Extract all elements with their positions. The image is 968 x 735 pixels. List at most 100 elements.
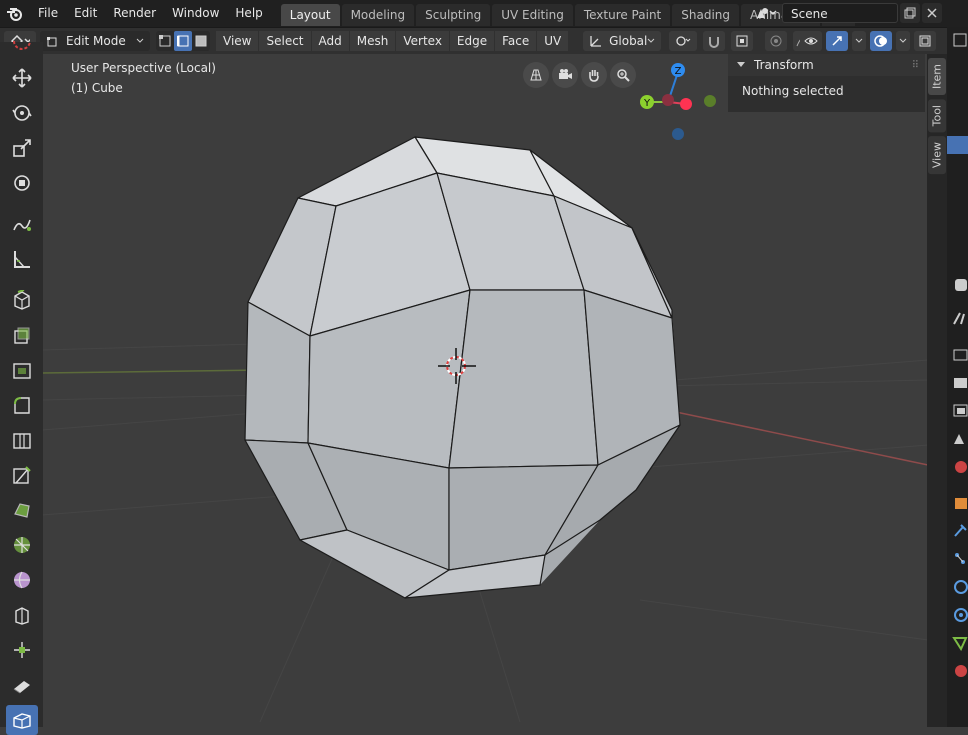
tool-inset-faces[interactable] (6, 355, 38, 385)
pan-hand-icon[interactable] (581, 62, 607, 88)
mode-label: Edit Mode (66, 34, 126, 48)
chevron-down-icon[interactable] (896, 31, 910, 51)
tab-layout[interactable]: Layout (280, 3, 340, 26)
tool-smooth[interactable] (6, 565, 38, 595)
tool-shear[interactable] (6, 670, 38, 700)
blender-logo-icon[interactable] (4, 3, 26, 25)
menu-view[interactable]: View (216, 31, 259, 51)
viewport-menus: View Select Add Mesh Vertex Edge Face UV (216, 31, 569, 51)
zoom-icon[interactable] (610, 62, 636, 88)
top-menu: File Edit Render Window Help (30, 0, 271, 27)
menu-face[interactable]: Face (495, 31, 537, 51)
orientation-dropdown[interactable]: Global (583, 31, 662, 51)
viewport-scene[interactable]: Z Y (42, 54, 928, 722)
sidebar-tab-item[interactable]: Item (928, 58, 946, 96)
data-props-icon[interactable] (951, 634, 968, 651)
face-select-icon[interactable] (192, 31, 210, 51)
navigation-gizmo[interactable]: Z Y (640, 63, 716, 140)
output-props-icon[interactable] (951, 374, 968, 391)
object-props-icon[interactable] (951, 494, 968, 511)
mode-dropdown[interactable]: Edit Mode (40, 31, 150, 51)
menu-select[interactable]: Select (259, 31, 311, 51)
tool-spin[interactable] (6, 530, 38, 560)
3d-viewport[interactable]: Z Y (42, 54, 928, 722)
transform-panel-header[interactable]: Transform ⠿ (728, 54, 925, 76)
overlays-toggle-icon[interactable] (870, 31, 892, 51)
xray-icon[interactable] (914, 31, 936, 51)
cube-mesh[interactable] (244, 136, 681, 599)
particles-props-icon[interactable] (951, 550, 968, 567)
gizmo-toggle-icon[interactable] (826, 31, 848, 51)
tab-sculpting[interactable]: Sculpting (416, 3, 491, 26)
tool-poly-build[interactable] (6, 495, 38, 525)
scene-icon[interactable] (752, 3, 780, 23)
outliner-icon[interactable] (951, 32, 968, 49)
constraints-props-icon[interactable] (951, 606, 968, 623)
menu-edit[interactable]: Edit (66, 0, 105, 27)
sidebar-panel: Transform ⠿ Nothing selected (728, 54, 925, 112)
tool-annotate[interactable] (6, 209, 38, 239)
new-scene-icon[interactable] (900, 3, 920, 23)
outliner-selected-row[interactable] (947, 136, 968, 154)
sidebar-tab-tool[interactable]: Tool (928, 99, 946, 133)
active-object-label: (1) Cube (71, 81, 123, 95)
tool-bevel[interactable] (6, 390, 38, 420)
tool-extrude-region[interactable] (6, 320, 38, 350)
menu-help[interactable]: Help (227, 0, 270, 27)
properties-tool-icon[interactable] (951, 310, 968, 327)
view-layer-props-icon[interactable] (951, 402, 968, 419)
properties-header-icon[interactable] (951, 276, 968, 293)
physics-props-icon[interactable] (951, 578, 968, 595)
menu-uv[interactable]: UV (537, 31, 569, 51)
tool-measure[interactable] (6, 244, 38, 274)
tool-rotate[interactable] (6, 98, 38, 128)
gizmo-x-axis[interactable] (680, 98, 692, 110)
tool-cursor[interactable] (6, 38, 38, 58)
snap-icon[interactable] (703, 31, 726, 51)
camera-view-icon[interactable] (552, 62, 578, 88)
sidebar-tab-view[interactable]: View (928, 136, 946, 175)
snap-target-icon[interactable] (731, 31, 754, 51)
tool-rip-region[interactable] (5, 705, 38, 735)
menu-file[interactable]: File (30, 0, 66, 27)
chevron-down-icon (136, 38, 144, 43)
view-perspective-label: User Perspective (Local) (71, 61, 216, 75)
toggle-ortho-icon[interactable] (523, 62, 549, 88)
tool-move[interactable] (6, 63, 38, 93)
top-bar: File Edit Render Window Help Layout Mode… (0, 0, 968, 27)
scene-props-icon[interactable] (951, 430, 968, 447)
tab-uv-editing[interactable]: UV Editing (492, 3, 573, 26)
proportional-edit-icon[interactable] (765, 31, 788, 51)
tool-scale[interactable] (6, 133, 38, 163)
edge-select-icon[interactable] (174, 31, 192, 51)
menu-mesh[interactable]: Mesh (349, 31, 396, 51)
tab-shading[interactable]: Shading (672, 3, 739, 26)
menu-window[interactable]: Window (164, 0, 227, 27)
tool-transform[interactable] (6, 168, 38, 198)
menu-add[interactable]: Add (311, 31, 349, 51)
pivot-point-icon[interactable] (669, 31, 698, 51)
menu-edge[interactable]: Edge (449, 31, 495, 51)
render-props-icon[interactable] (951, 346, 968, 363)
menu-vertex[interactable]: Vertex (396, 31, 449, 51)
modifier-props-icon[interactable] (951, 522, 968, 539)
tab-modeling[interactable]: Modeling (341, 3, 415, 26)
tool-shrink-fatten[interactable] (6, 635, 38, 665)
tab-texture-paint[interactable]: Texture Paint (574, 3, 671, 26)
drag-handle-icon[interactable]: ⠿ (912, 60, 919, 71)
tool-loop-cut[interactable] (6, 425, 38, 455)
tool-knife[interactable] (6, 460, 38, 490)
delete-scene-icon[interactable] (922, 3, 942, 23)
viewport-nav-buttons (523, 62, 636, 88)
menu-render[interactable]: Render (105, 0, 164, 27)
vertex-select-icon[interactable] (156, 31, 174, 51)
material-props-icon[interactable] (951, 662, 968, 679)
tool-edge-slide[interactable] (6, 600, 38, 630)
scene-name-field[interactable]: Scene (782, 3, 898, 23)
transform-panel-title: Transform (754, 58, 814, 72)
visibility-icon[interactable] (800, 31, 822, 51)
tool-add-cube[interactable] (6, 285, 38, 315)
chevron-down-icon[interactable] (852, 31, 866, 51)
y-axis-line (42, 369, 261, 374)
world-props-icon[interactable] (951, 458, 968, 475)
